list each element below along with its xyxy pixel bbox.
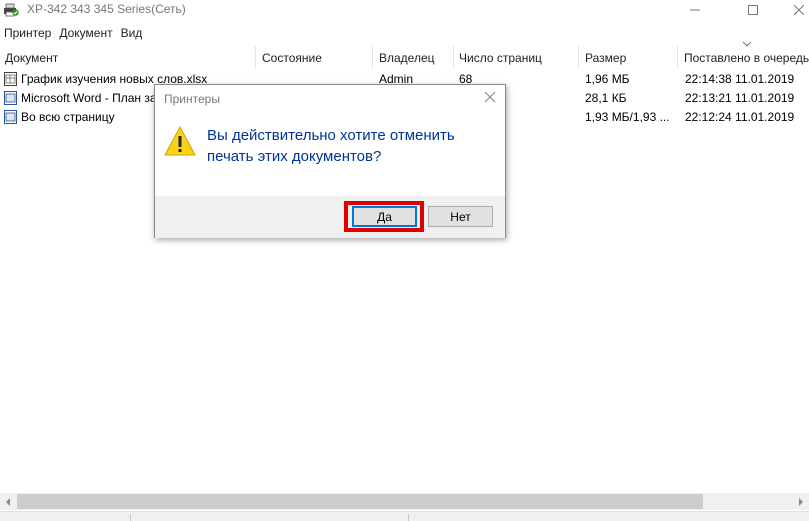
dialog-message: Вы действительно хотите отменить печать …: [207, 125, 497, 167]
row-queued: 22:12:24 11.01.2019: [685, 110, 795, 124]
column-header: Документ Состояние Владелец Число страни…: [0, 46, 809, 69]
document-icon: [4, 72, 17, 86]
minimize-button[interactable]: [672, 0, 718, 20]
maximize-icon: [748, 5, 758, 15]
dialog-footer: Да Нет: [155, 196, 505, 238]
horizontal-scrollbar[interactable]: [0, 493, 809, 510]
menu-document[interactable]: Документ: [59, 24, 112, 44]
close-icon[interactable]: [482, 89, 498, 105]
document-icon: [4, 91, 17, 105]
window-title: XP-342 343 345 Series(Сеть): [27, 2, 186, 16]
scroll-right-button[interactable]: [793, 493, 809, 510]
document-icon: [4, 110, 17, 124]
scroll-left-button[interactable]: [0, 493, 16, 510]
yes-button[interactable]: Да: [352, 206, 417, 227]
row-document: Во всю страницу: [21, 110, 115, 124]
status-bar: [0, 511, 809, 521]
column-size[interactable]: Размер: [580, 46, 678, 69]
close-button[interactable]: [776, 0, 809, 20]
row-document: Microsoft Word - План за: [21, 91, 155, 105]
no-button[interactable]: Нет: [428, 206, 493, 227]
status-separator: [130, 514, 131, 521]
close-icon: [794, 5, 804, 15]
menu-printer[interactable]: Принтер: [4, 24, 51, 44]
row-size: 28,1 КБ: [585, 91, 627, 105]
maximize-button[interactable]: [730, 0, 776, 20]
chevron-left-icon: [6, 497, 10, 506]
column-queued[interactable]: Поставлено в очередь: [679, 46, 809, 69]
menu-bar: Принтер Документ Вид: [0, 24, 809, 44]
column-status[interactable]: Состояние: [257, 46, 373, 69]
column-pages[interactable]: Число страниц: [454, 46, 579, 69]
column-owner[interactable]: Владелец: [374, 46, 454, 69]
title-bar: XP-342 343 345 Series(Сеть): [0, 0, 809, 20]
dialog-title: Принтеры: [164, 92, 220, 106]
status-separator: [408, 514, 409, 521]
row-queued: 22:13:21 11.01.2019: [685, 91, 795, 105]
row-size: 1,93 МБ/1,93 ...: [585, 110, 670, 124]
chevron-right-icon: [799, 497, 803, 506]
dialog-message-line: Вы действительно хотите отменить: [207, 127, 455, 144]
minimize-icon: [690, 9, 700, 11]
scroll-thumb[interactable]: [17, 494, 703, 509]
column-document[interactable]: Документ: [0, 46, 256, 69]
dialog-message-line: печать этих документов?: [207, 148, 382, 165]
row-size: 1,96 МБ: [585, 72, 630, 86]
warning-icon: [164, 125, 196, 156]
menu-view[interactable]: Вид: [121, 24, 143, 44]
row-queued: 22:14:38 11.01.2019: [685, 72, 795, 86]
confirm-dialog: Принтеры Вы действительно хотите отменит…: [154, 84, 506, 238]
printer-icon: [4, 3, 19, 17]
